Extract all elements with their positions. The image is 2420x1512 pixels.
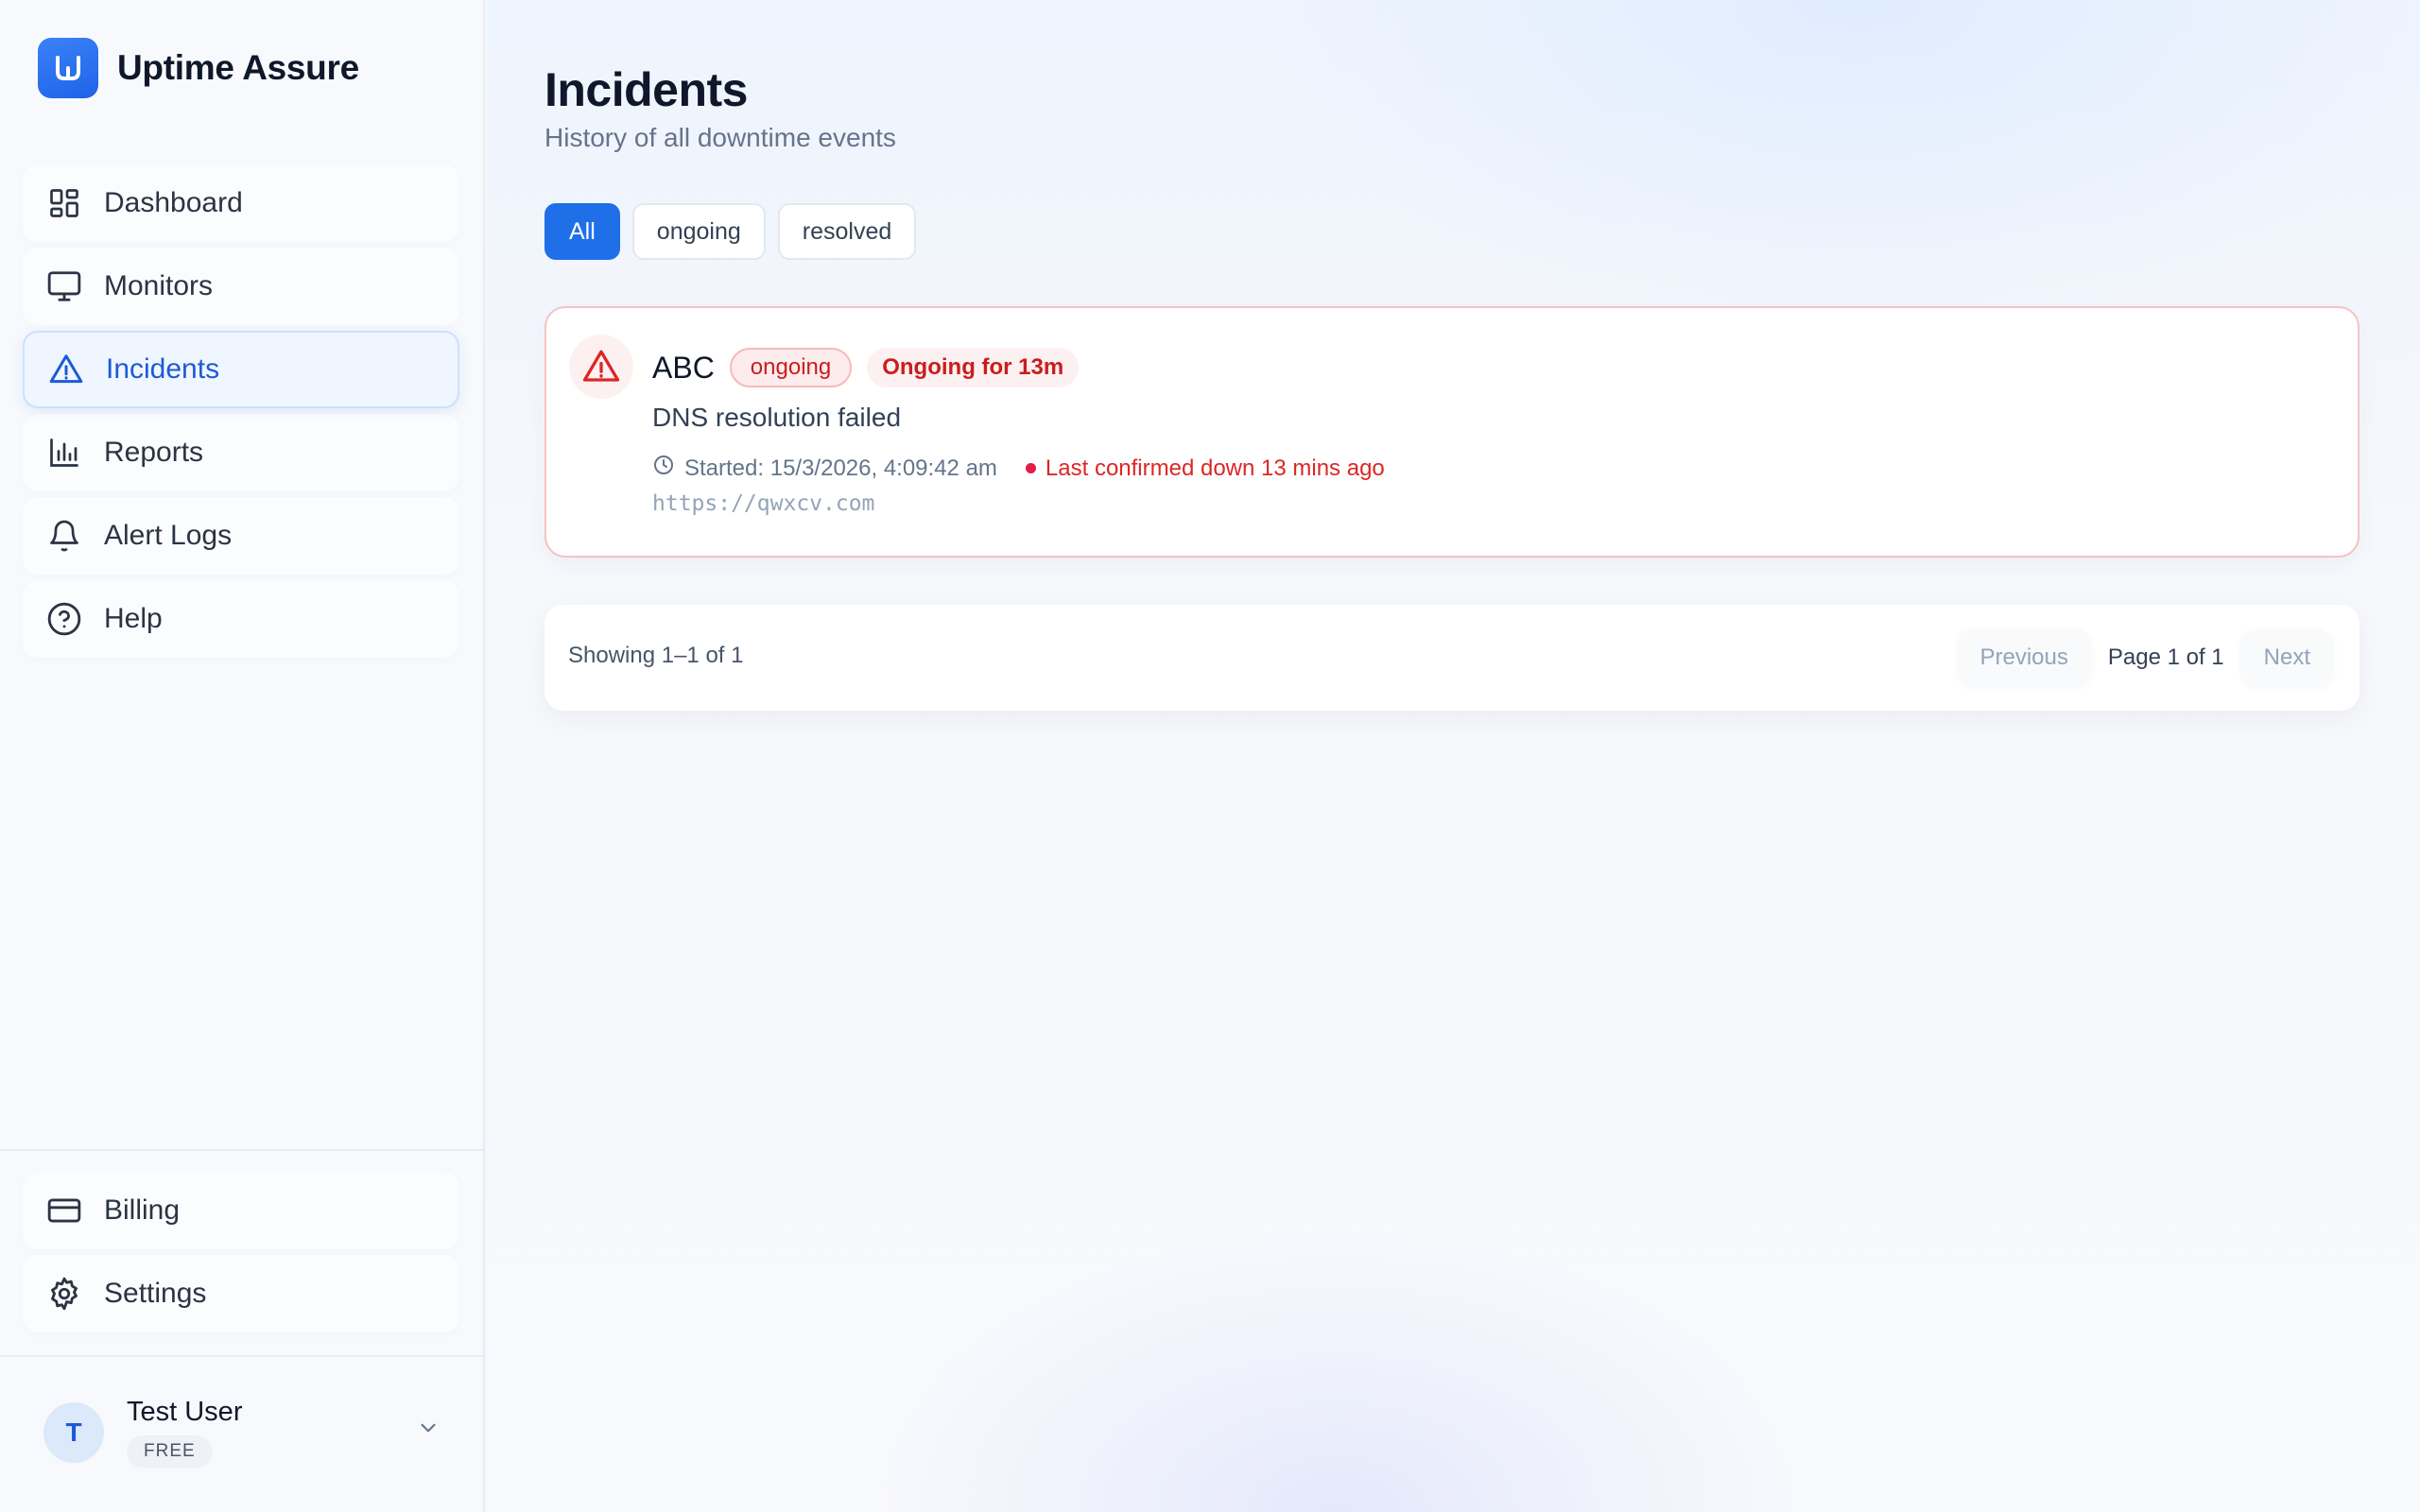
page-indicator: Page 1 of 1 — [2107, 644, 2224, 670]
bell-icon — [45, 517, 83, 555]
page-subtitle: History of all downtime events — [544, 123, 896, 152]
monitor-icon — [45, 267, 83, 305]
next-page-button[interactable]: Next — [2240, 629, 2333, 686]
pagination: Showing 1–1 of 1 Previous Page 1 of 1 Ne… — [544, 605, 2360, 711]
filter-all[interactable]: All — [544, 203, 620, 260]
avatar: T — [43, 1401, 104, 1463]
incident-started: Started: 15/3/2026, 4:09:42 am — [684, 455, 997, 481]
warning-icon — [47, 351, 85, 388]
sidebar-item-monitors[interactable]: Monitors — [23, 248, 459, 325]
user-menu[interactable]: T Test User FREE — [43, 1397, 441, 1468]
incident-meta: Started: 15/3/2026, 4:09:42 am Last conf… — [652, 454, 1385, 483]
sidebar: Uptime Assure Dashboard Monitors Inciden… — [0, 0, 485, 1512]
status-dot-icon — [1025, 463, 1036, 473]
sidebar-item-billing[interactable]: Billing — [23, 1172, 459, 1249]
sidebar-item-alert-logs[interactable]: Alert Logs — [23, 497, 459, 575]
credit-card-icon — [45, 1192, 83, 1229]
filter-resolved[interactable]: resolved — [777, 203, 917, 260]
chevron-down-icon[interactable] — [416, 1416, 441, 1445]
sidebar-item-label: Monitors — [104, 270, 214, 301]
bar-chart-icon — [45, 434, 83, 472]
duration-badge: Ongoing for 13m — [867, 348, 1080, 387]
user-name: Test User — [127, 1397, 243, 1427]
sidebar-bottom-nav: Billing Settings — [23, 1172, 459, 1338]
sidebar-item-settings[interactable]: Settings — [23, 1255, 459, 1332]
status-filter-group: All ongoing resolved — [544, 203, 917, 260]
sidebar-item-dashboard[interactable]: Dashboard — [23, 164, 459, 242]
main-content: Incidents History of all downtime events… — [487, 0, 2420, 1512]
page-title: Incidents — [544, 63, 748, 116]
sidebar-item-reports[interactable]: Reports — [23, 414, 459, 491]
sidebar-item-label: Incidents — [106, 353, 220, 385]
incident-message: DNS resolution failed — [652, 403, 902, 432]
sidebar-nav: Dashboard Monitors Incidents Reports Ale… — [23, 164, 459, 663]
status-badge: ongoing — [729, 348, 853, 387]
warning-icon — [569, 335, 633, 399]
incident-url[interactable]: https://qwxcv.com — [652, 491, 874, 516]
sidebar-item-label: Reports — [104, 437, 204, 468]
filter-ongoing[interactable]: ongoing — [631, 203, 766, 260]
sidebar-item-help[interactable]: Help — [23, 580, 459, 658]
sidebar-item-label: Settings — [104, 1278, 207, 1309]
incident-monitor-name: ABC — [652, 350, 715, 385]
sidebar-item-label: Billing — [104, 1194, 181, 1226]
app-name: Uptime Assure — [117, 48, 359, 87]
sidebar-item-incidents[interactable]: Incidents — [23, 331, 459, 408]
help-circle-icon — [45, 600, 83, 638]
grid-icon — [45, 184, 83, 222]
sidebar-item-label: Dashboard — [104, 187, 243, 218]
sidebar-item-label: Help — [104, 603, 163, 634]
divider — [0, 1355, 485, 1357]
incident-last-confirmed: Last confirmed down 13 mins ago — [1045, 455, 1385, 481]
gear-icon — [45, 1275, 83, 1313]
pagination-summary: Showing 1–1 of 1 — [568, 643, 744, 668]
divider — [0, 1149, 485, 1151]
sidebar-item-label: Alert Logs — [104, 520, 233, 551]
previous-page-button[interactable]: Previous — [1957, 629, 2091, 686]
app-logo-icon — [38, 38, 98, 98]
brand[interactable]: Uptime Assure — [38, 38, 359, 98]
incident-card[interactable]: ABC ongoing Ongoing for 13m DNS resoluti… — [544, 306, 2360, 558]
plan-badge: FREE — [127, 1435, 213, 1468]
clock-icon — [652, 454, 675, 483]
